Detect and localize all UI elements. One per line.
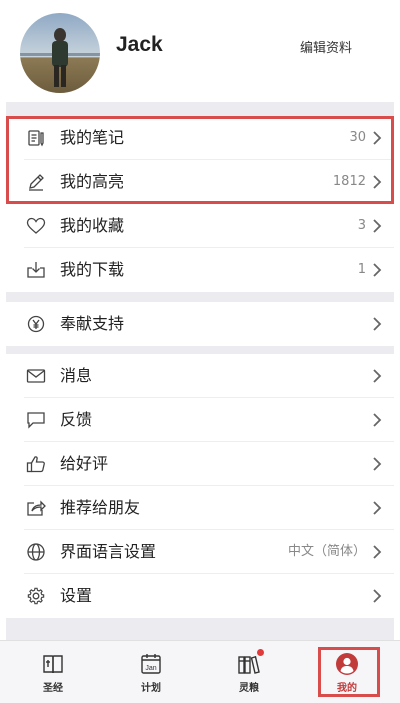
thumbs-up-icon (26, 454, 46, 474)
section-separator (6, 292, 394, 302)
list-item-label: 我的下载 (60, 260, 125, 279)
list-item-label: 我的笔记 (60, 128, 125, 147)
chevron-right-icon (372, 588, 382, 604)
my-content-list: 我的笔记 30 我的高亮 1812 我的收藏 3 我的下载 1 (6, 116, 394, 292)
list-item-my-highlights[interactable]: 我的高亮 1812 (6, 160, 394, 204)
highlights-count: 1812 (332, 174, 366, 189)
pencil-icon (26, 172, 46, 192)
heart-icon (26, 216, 46, 236)
list-item-label: 奉献支持 (60, 314, 125, 333)
list-item-my-notes[interactable]: 我的笔记 30 (6, 116, 394, 160)
chevron-right-icon (372, 368, 382, 384)
list-item-my-downloads[interactable]: 我的下载 1 (6, 248, 394, 292)
list-item-label: 界面语言设置 (60, 542, 157, 561)
tab-me[interactable]: 我的 (297, 641, 397, 703)
chevron-right-icon (372, 456, 382, 472)
list-item-messages[interactable]: 消息 (6, 354, 394, 398)
mail-icon (26, 366, 46, 386)
list-item-label: 设置 (60, 586, 93, 605)
globe-icon (26, 542, 46, 562)
list-item-rate-app[interactable]: 给好评 (6, 442, 394, 486)
profile-header: Jack 编辑资料 (0, 0, 400, 98)
books-icon (237, 649, 264, 676)
list-item-my-favorites[interactable]: 我的收藏 3 (6, 204, 394, 248)
list-item-language[interactable]: 界面语言设置 中文（简体） (6, 530, 394, 574)
tab-devotional[interactable]: 灵粮 (199, 641, 299, 703)
calendar-month-text: Jan (145, 665, 156, 672)
calendar-icon: Jan (139, 652, 163, 676)
tab-bible[interactable]: 圣经 (3, 641, 103, 703)
chevron-right-icon (372, 262, 382, 278)
chevron-right-icon (372, 544, 382, 560)
avatar[interactable] (20, 13, 100, 93)
chevron-right-icon (372, 500, 382, 516)
section-separator (6, 346, 394, 354)
section-separator (6, 102, 394, 116)
tab-label: 圣经 (43, 683, 63, 694)
share-icon (26, 498, 46, 518)
chat-bubble-icon (26, 410, 46, 430)
list-item-settings[interactable]: 设置 (6, 574, 394, 618)
list-item-label: 反馈 (60, 410, 93, 429)
tab-label: 计划 (141, 683, 161, 694)
settings-list: 消息 反馈 给好评 推荐给朋友 界面语言设置 中文（简体） 设置 (6, 354, 394, 618)
bible-icon (41, 652, 65, 676)
edit-profile-link[interactable]: 编辑资料 (300, 37, 352, 56)
list-item-label: 我的收藏 (60, 216, 125, 235)
chevron-right-icon (372, 218, 382, 234)
user-icon (335, 652, 359, 676)
chevron-right-icon (372, 130, 382, 146)
language-value: 中文（简体） (287, 544, 366, 559)
bottom-tab-bar: 圣经 Jan 计划 灵粮 我的 (0, 640, 400, 703)
downloads-count: 1 (357, 262, 366, 277)
favorites-count: 3 (357, 218, 366, 233)
list-item-label: 给好评 (60, 454, 109, 473)
notification-dot (257, 649, 264, 656)
section-separator (6, 618, 394, 640)
download-icon (26, 260, 46, 280)
username: Jack (116, 33, 163, 56)
yen-coin-icon (26, 314, 46, 334)
list-item-share[interactable]: 推荐给朋友 (6, 486, 394, 530)
list-item-label: 我的高亮 (60, 172, 125, 191)
chevron-right-icon (372, 316, 382, 332)
chevron-right-icon (372, 174, 382, 190)
list-item-donate[interactable]: 奉献支持 (6, 302, 394, 346)
gear-icon (26, 586, 46, 606)
support-list: 奉献支持 (6, 302, 394, 346)
notes-count: 30 (349, 130, 366, 145)
tab-plan[interactable]: Jan 计划 (101, 641, 201, 703)
list-item-label: 推荐给朋友 (60, 498, 141, 517)
tab-label: 我的 (337, 683, 357, 694)
tab-label: 灵粮 (239, 683, 259, 694)
chevron-right-icon (372, 412, 382, 428)
list-item-label: 消息 (60, 366, 93, 385)
list-item-feedback[interactable]: 反馈 (6, 398, 394, 442)
notes-icon (26, 128, 46, 148)
